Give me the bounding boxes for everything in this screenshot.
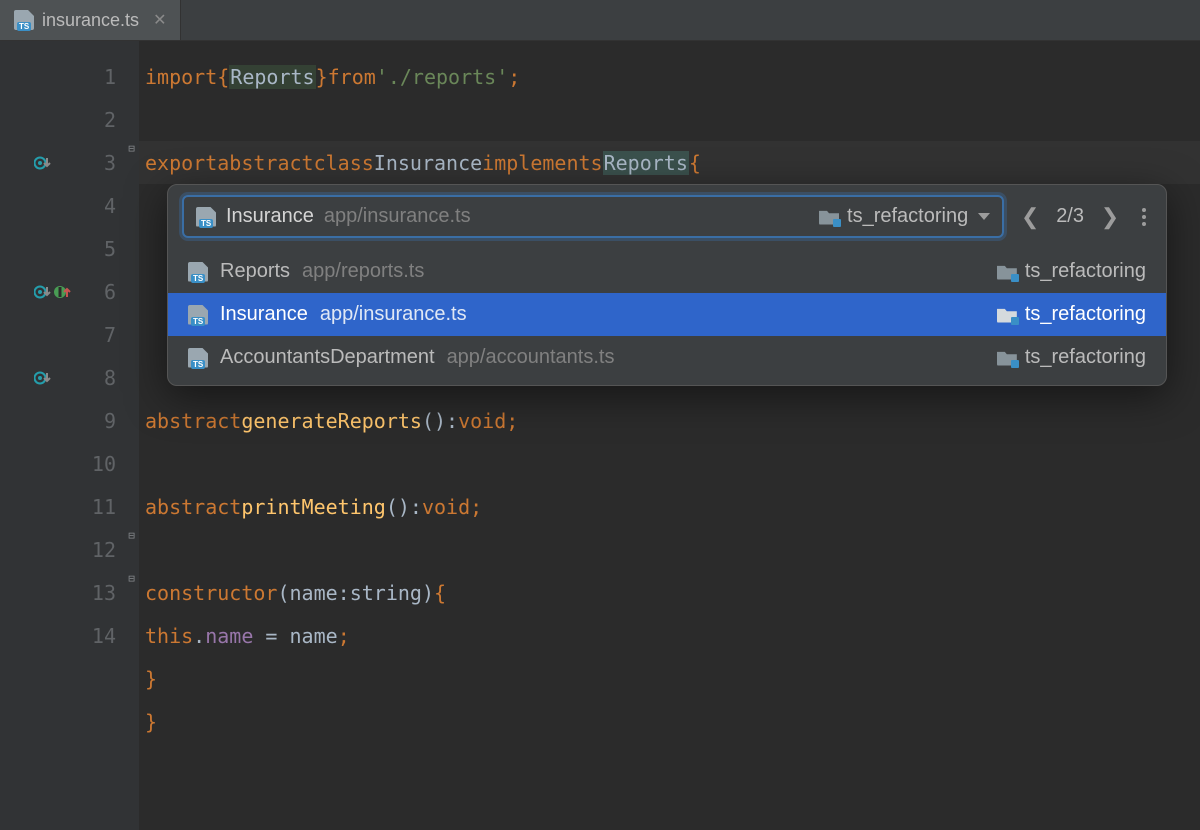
typescript-file-icon	[14, 10, 34, 30]
usage-folder: ts_refactoring	[997, 346, 1146, 369]
line-number: 11	[86, 495, 116, 519]
occurrence-counter: 2/3	[1056, 205, 1084, 228]
tab-bar: insurance.ts ✕	[0, 0, 1200, 41]
folder-icon	[997, 350, 1017, 366]
scope-class-name: Insurance	[226, 205, 314, 228]
typescript-file-icon	[188, 348, 208, 368]
code-line[interactable]: }	[139, 657, 1200, 700]
usage-folder: ts_refactoring	[997, 303, 1146, 326]
scope-folder: ts_refactoring	[819, 205, 968, 228]
usage-row[interactable]: Reports app/reports.ts ts_refactoring	[168, 250, 1166, 293]
code-line[interactable]	[139, 442, 1200, 485]
tab-filename: insurance.ts	[42, 10, 139, 31]
override-down-icon[interactable]	[34, 283, 52, 301]
usage-row[interactable]: AccountantsDepartment app/accountants.ts…	[168, 336, 1166, 379]
file-tab[interactable]: insurance.ts ✕	[0, 0, 181, 40]
popup-header: Insurance app/insurance.ts ts_refactorin…	[168, 185, 1166, 250]
usages-popup: Insurance app/insurance.ts ts_refactorin…	[167, 184, 1167, 386]
line-number: 1	[86, 65, 116, 89]
usage-name: AccountantsDepartment	[220, 346, 435, 369]
next-occurrence-button[interactable]: ❯	[1098, 204, 1122, 230]
override-down-icon[interactable]	[34, 369, 52, 387]
line-number: 4	[86, 194, 116, 218]
prev-occurrence-button[interactable]: ❮	[1018, 204, 1042, 230]
code-line[interactable]	[139, 528, 1200, 571]
code-line[interactable]: import {Reports} from './reports';	[139, 55, 1200, 98]
editor: 1 2 3 4 5 6 7 8 9 10 11 12 13 14	[0, 41, 1200, 830]
usage-name: Insurance	[220, 303, 308, 326]
usage-row[interactable]: Insurance app/insurance.ts ts_refactorin…	[168, 293, 1166, 336]
code-line[interactable]: constructor(name: string) {	[139, 571, 1200, 614]
line-number: 5	[86, 237, 116, 261]
usage-path: app/reports.ts	[302, 260, 424, 283]
override-down-icon[interactable]	[34, 154, 52, 172]
code-line[interactable]	[139, 98, 1200, 141]
code-line[interactable]: this.name = name;	[139, 614, 1200, 657]
line-number: 6	[86, 280, 116, 304]
line-number: 10	[86, 452, 116, 476]
typescript-file-icon	[188, 262, 208, 282]
line-number: 12	[86, 538, 116, 562]
line-number: 7	[86, 323, 116, 347]
fold-start-icon[interactable]: ⊟	[126, 143, 137, 154]
chevron-down-icon[interactable]	[978, 213, 990, 220]
usage-path: app/insurance.ts	[320, 303, 467, 326]
line-number: 9	[86, 409, 116, 433]
line-number: 14	[86, 624, 116, 648]
usage-path: app/accountants.ts	[447, 346, 615, 369]
typescript-file-icon	[196, 207, 216, 227]
scope-file-path: app/insurance.ts	[324, 205, 471, 228]
line-number: 13	[86, 581, 116, 605]
code-area[interactable]: import {Reports} from './reports'; expor…	[139, 41, 1200, 830]
usage-name: Reports	[220, 260, 290, 283]
line-number: 3	[86, 151, 116, 175]
code-line[interactable]: export abstract class Insurance implemen…	[139, 141, 1200, 184]
folder-icon	[997, 264, 1017, 280]
gutter: 1 2 3 4 5 6 7 8 9 10 11 12 13 14	[0, 41, 124, 830]
line-number: 8	[86, 366, 116, 390]
fold-end-icon[interactable]: ⊟	[126, 530, 137, 541]
folder-icon	[819, 209, 839, 225]
code-line[interactable]: }	[139, 700, 1200, 743]
folder-icon	[997, 307, 1017, 323]
code-line[interactable]: abstract printMeeting(): void;	[139, 485, 1200, 528]
usage-folder: ts_refactoring	[997, 260, 1146, 283]
implements-up-icon[interactable]	[54, 283, 72, 301]
more-options-icon[interactable]	[1136, 208, 1152, 226]
scope-selector[interactable]: Insurance app/insurance.ts ts_refactorin…	[182, 195, 1004, 238]
line-number: 2	[86, 108, 116, 132]
fold-strip: ⊟ ⊟ ⊟	[124, 41, 139, 830]
fold-end-icon[interactable]: ⊟	[126, 573, 137, 584]
code-line[interactable]: abstract generateReports(): void;	[139, 399, 1200, 442]
typescript-file-icon	[188, 305, 208, 325]
close-tab-icon[interactable]: ✕	[153, 10, 166, 30]
